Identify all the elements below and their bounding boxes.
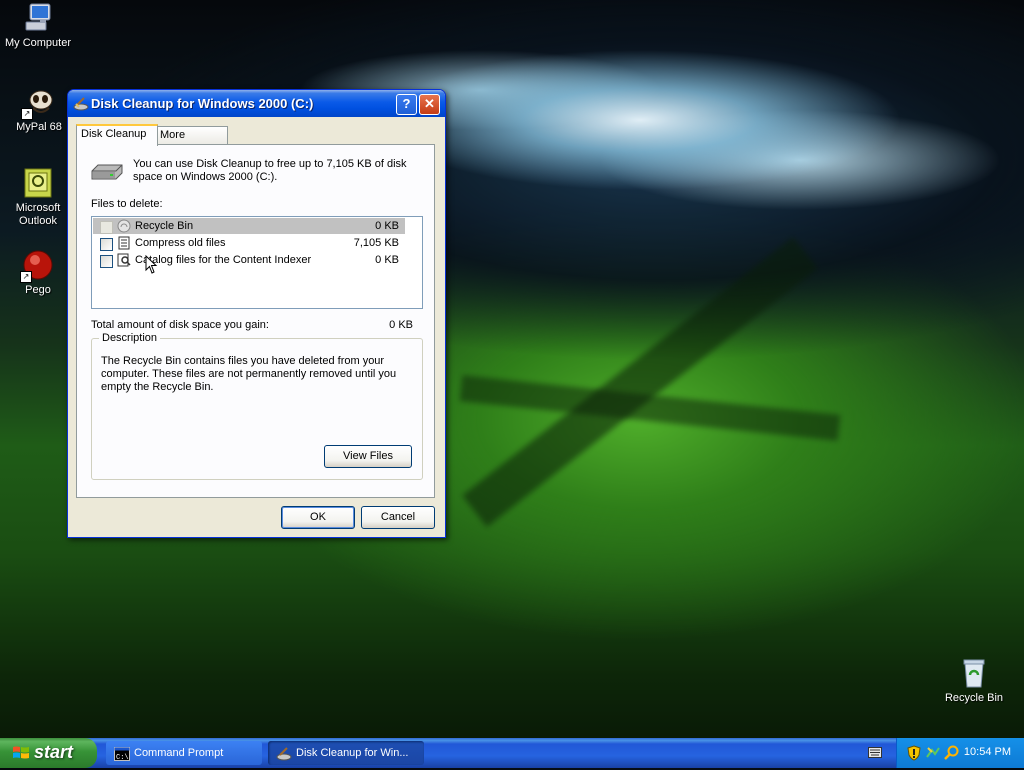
file-checkbox[interactable]	[100, 255, 113, 268]
files-to-delete-label: Files to delete:	[91, 198, 163, 210]
file-checkbox[interactable]	[100, 221, 113, 234]
pego-icon: ↗	[20, 249, 54, 283]
recycle-bin-icon	[117, 219, 131, 233]
file-size: 0 KB	[375, 254, 399, 266]
file-name: Catalog files for the Content Indexer	[135, 254, 312, 266]
shortcut-arrow-icon: ↗	[21, 108, 33, 120]
desktop-icon-my-computer[interactable]: My Computer	[0, 2, 78, 49]
svg-text:C:\: C:\	[116, 754, 129, 761]
mypal-icon: ↗	[21, 86, 55, 120]
cancel-button[interactable]: Cancel	[361, 506, 435, 529]
security-shield-icon[interactable]	[907, 745, 921, 764]
total-gain-label: Total amount of disk space you gain:	[91, 319, 269, 331]
description-group: Description The Recycle Bin contains fil…	[91, 332, 423, 480]
taskbar: start C:\ Command Prompt Disk Cleanup fo…	[0, 738, 1024, 768]
system-tray: 10:54 PM	[896, 738, 1024, 768]
view-files-button[interactable]: View Files	[324, 445, 412, 468]
file-row-recycle-bin[interactable]: Recycle Bin 0 KB	[93, 218, 405, 234]
tab-more-options[interactable]: More Options	[155, 126, 228, 158]
keyboard-icon[interactable]	[868, 747, 882, 758]
outlook-icon	[22, 167, 54, 199]
description-text: The Recycle Bin contains files you have …	[101, 355, 397, 393]
dialog-title: Disk Cleanup for Windows 2000 (C:)	[91, 96, 314, 111]
task-label: Command Prompt	[134, 747, 224, 759]
task-command-prompt[interactable]: C:\ Command Prompt	[106, 741, 262, 765]
start-label: start	[34, 742, 74, 762]
intro-text: You can use Disk Cleanup to free up to 7…	[133, 158, 407, 183]
tab-disk-cleanup[interactable]: Disk Cleanup	[76, 124, 158, 146]
compress-icon	[117, 236, 131, 250]
ok-button[interactable]: OK	[281, 506, 355, 529]
file-name: Recycle Bin	[135, 220, 194, 232]
file-row-catalog-files[interactable]: Catalog files for the Content Indexer 0 …	[93, 252, 405, 268]
disk-cleanup-icon	[276, 746, 292, 761]
file-checkbox[interactable]	[100, 238, 113, 251]
file-size: 7,105 KB	[353, 237, 399, 249]
mouse-cursor-icon	[145, 254, 159, 275]
files-list[interactable]: Recycle Bin 0 KB Compress old files 7,10…	[91, 216, 423, 309]
close-button[interactable]: ✕	[419, 94, 440, 115]
hard-drive-icon	[90, 161, 124, 185]
description-legend: Description	[99, 332, 161, 344]
desktop-icon-recycle-bin[interactable]: Recycle Bin	[934, 657, 1014, 704]
windows-flag-icon	[12, 745, 30, 761]
command-prompt-icon: C:\	[114, 746, 130, 762]
file-size: 0 KB	[375, 220, 399, 232]
dialog-titlebar[interactable]: Disk Cleanup for Windows 2000 (C:) ? ✕	[68, 90, 445, 117]
file-name: Compress old files	[135, 237, 226, 249]
desktop-icon-label: Recycle Bin	[944, 692, 1004, 704]
network-icon[interactable]	[925, 745, 941, 764]
file-row-compress-old-files[interactable]: Compress old files 7,105 KB	[93, 235, 405, 251]
desktop-icon-label: My Computer	[4, 37, 72, 49]
disk-cleanup-dialog: Disk Cleanup for Windows 2000 (C:) ? ✕ D…	[67, 89, 446, 538]
help-button[interactable]: ?	[396, 94, 417, 115]
start-button[interactable]: start	[0, 738, 97, 768]
tab-panel: You can use Disk Cleanup to free up to 7…	[76, 144, 435, 498]
catalog-icon	[117, 253, 131, 267]
task-label: Disk Cleanup for Win...	[296, 747, 409, 759]
my-computer-icon	[22, 2, 54, 34]
recycle-bin-icon	[958, 657, 990, 689]
shortcut-arrow-icon: ↗	[20, 271, 32, 283]
clock: 10:54 PM	[963, 746, 1011, 758]
task-disk-cleanup[interactable]: Disk Cleanup for Win...	[268, 741, 424, 765]
search-icon[interactable]	[944, 745, 960, 764]
disk-cleanup-icon	[73, 96, 89, 112]
total-gain-value: 0 KB	[389, 319, 413, 331]
